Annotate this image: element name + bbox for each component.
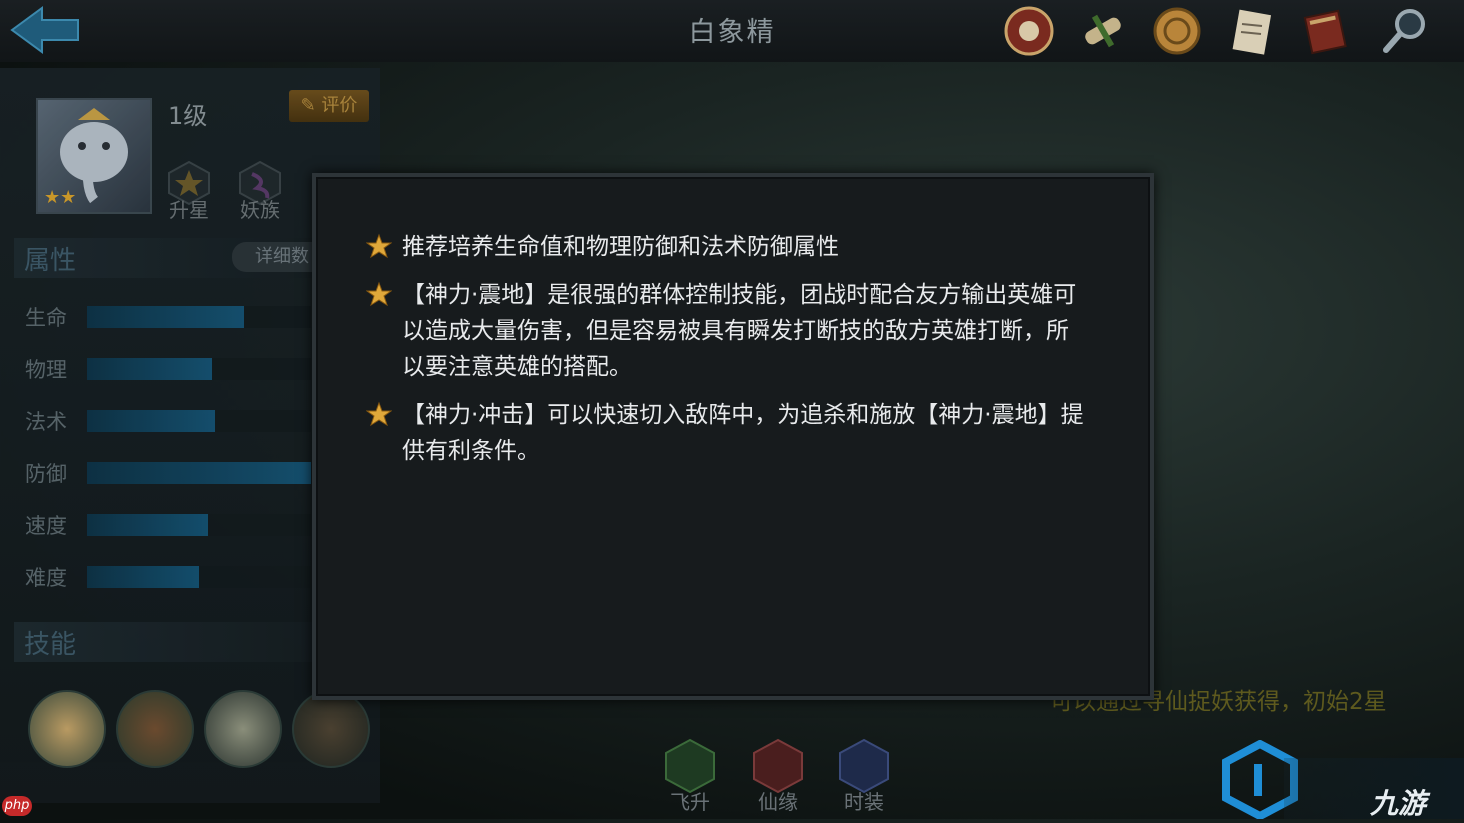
stat-bar (87, 566, 311, 588)
stat-row: 生命 (14, 290, 314, 342)
stat-bar-fill (87, 514, 208, 536)
stat-row: 法术 (14, 394, 314, 446)
stat-bar (87, 358, 311, 380)
php-watermark: php (2, 796, 32, 816)
skill-4-icon[interactable] (292, 690, 370, 768)
stat-row: 难度 (14, 550, 314, 602)
page-title: 白象精 (688, 17, 776, 48)
magnifier-icon[interactable] (1380, 4, 1434, 58)
skill-1-icon[interactable] (28, 690, 106, 768)
star-icon (366, 233, 392, 259)
ascend-label: 飞升 (670, 790, 710, 814)
skill-2-icon[interactable] (116, 690, 194, 768)
costume-button[interactable]: 时装 (832, 738, 896, 816)
attributes-header: 属性 详细数 (14, 238, 332, 278)
hero-stars: ★★ (44, 187, 77, 208)
fate-button[interactable]: 仙缘 (746, 738, 810, 816)
stat-row: 物理 (14, 342, 314, 394)
edit-icon: ✎ (300, 95, 316, 116)
rate-button[interactable]: ✎ 评价 (289, 90, 369, 122)
stat-bar-fill (87, 306, 244, 328)
upgrade-star-button[interactable]: 升星 (162, 160, 216, 222)
stat-label: 法术 (25, 410, 67, 434)
scroll-icon[interactable] (1076, 4, 1130, 58)
star-icon (366, 401, 392, 427)
back-button[interactable] (8, 4, 84, 56)
stat-bar-fill (87, 410, 215, 432)
stat-bar (87, 306, 311, 328)
stat-row: 速度 (14, 498, 314, 550)
brand-text: 九游 (1370, 787, 1427, 820)
coin-icon[interactable] (1150, 4, 1204, 58)
seal-icon[interactable] (1002, 4, 1056, 58)
upgrade-star-label: 升星 (169, 198, 209, 222)
hero-portrait[interactable]: ★★ (36, 98, 152, 214)
skill-3-icon[interactable] (204, 690, 282, 768)
race-button[interactable]: 妖族 (233, 160, 287, 222)
stat-row: 防御 (14, 446, 314, 498)
fate-label: 仙缘 (758, 790, 798, 814)
stat-bar-fill (87, 462, 311, 484)
skills-header: 技能 (14, 622, 314, 662)
stat-bar (87, 514, 311, 536)
ascend-button[interactable]: 飞升 (658, 738, 722, 816)
tip-text: 【神力·冲击】可以快速切入敌阵中，为追杀和施放【神力·震地】提供有利条件。 (402, 402, 1084, 464)
stat-label: 防御 (25, 462, 67, 486)
tip-text: 【神力·震地】是很强的群体控制技能，团战时配合友方输出英雄可以造成大量伤害，但是… (402, 282, 1077, 380)
rate-label: 评价 (321, 95, 358, 116)
race-label: 妖族 (240, 198, 280, 222)
costume-label: 时装 (844, 790, 884, 814)
stat-label: 难度 (25, 566, 67, 590)
stat-label: 物理 (25, 358, 67, 382)
skills-title: 技能 (24, 630, 77, 660)
stat-bar (87, 462, 311, 484)
top-bar: 白象精 (0, 0, 1464, 62)
book-icon[interactable] (1298, 4, 1352, 58)
stat-label: 速度 (25, 514, 67, 538)
tip-text: 推荐培养生命值和物理防御和法术防御属性 (402, 234, 839, 260)
stat-bar-fill (87, 358, 213, 380)
document-icon[interactable] (1224, 4, 1278, 58)
brand-watermark: 九游 (1220, 739, 1464, 821)
stat-bar (87, 410, 311, 432)
hero-level: 1级 (168, 102, 208, 130)
attributes-title: 属性 (24, 246, 77, 276)
tips-dialog[interactable]: 推荐培养生命值和物理防御和法术防御属性 【神力·震地】是很强的群体控制技能，团战… (312, 173, 1154, 700)
star-icon (366, 281, 392, 307)
stat-bar-fill (87, 566, 199, 588)
back-arrow-icon (10, 6, 79, 54)
stat-label: 生命 (25, 306, 67, 330)
